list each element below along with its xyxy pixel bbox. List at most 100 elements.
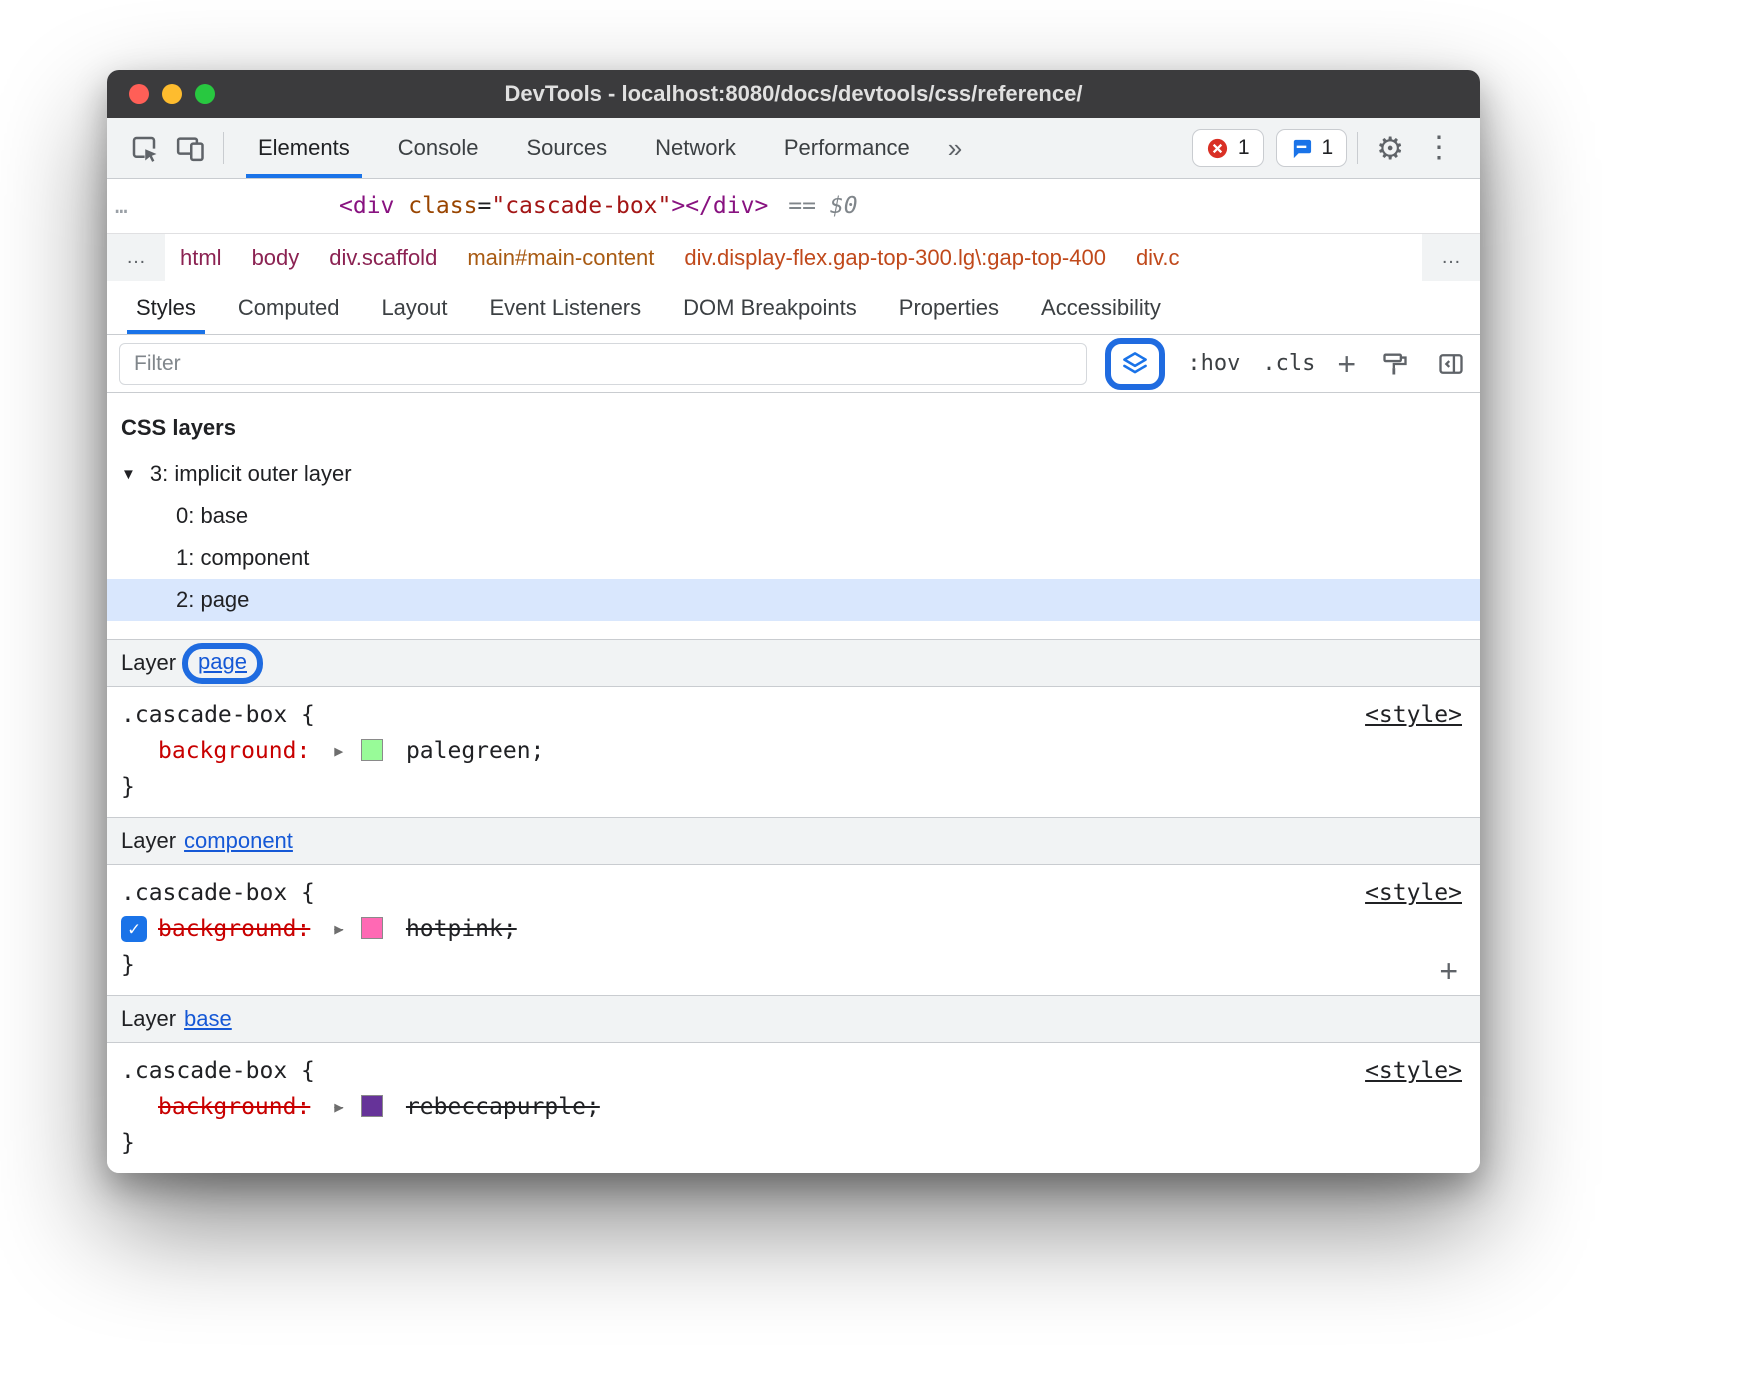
layer-section-header-page: Layer page: [107, 639, 1480, 687]
breadcrumb-overflow-right[interactable]: …: [1422, 234, 1480, 281]
inspect-element-button[interactable]: [121, 125, 167, 171]
dom-tag-open: <div: [339, 193, 394, 219]
property-value[interactable]: rebeccapurple;: [406, 1094, 600, 1120]
tab-styles[interactable]: Styles: [115, 281, 217, 334]
style-rule-page: <style> .cascade-box { background: ▶ pal…: [107, 687, 1480, 817]
paint-roller-icon: [1381, 350, 1409, 378]
color-swatch[interactable]: [361, 739, 383, 761]
layers-item-page[interactable]: 2: page: [107, 579, 1480, 621]
property-name[interactable]: background:: [158, 1094, 310, 1120]
tab-dom-breakpoints[interactable]: DOM Breakpoints: [662, 281, 878, 334]
layer-header-label: Layer: [121, 650, 176, 676]
issues-badge[interactable]: 1: [1276, 129, 1348, 167]
panel-tabs: Elements Console Sources Network Perform…: [234, 118, 934, 178]
tab-layout[interactable]: Layout: [360, 281, 468, 334]
more-panels-button[interactable]: »: [934, 133, 976, 164]
tab-console[interactable]: Console: [374, 118, 503, 178]
styles-pane-toolbar: :hov .cls +: [107, 335, 1480, 393]
breadcrumb-item-scaffold[interactable]: div.scaffold: [314, 245, 452, 271]
tab-event-listeners[interactable]: Event Listeners: [469, 281, 663, 334]
collapse-arrow-icon[interactable]: ▼: [121, 466, 136, 483]
property-value[interactable]: hotpink;: [406, 916, 517, 942]
dom-attr-name: class: [394, 193, 477, 219]
breadcrumb-item-truncated[interactable]: div.c: [1121, 245, 1195, 271]
css-layers-toggle-button[interactable]: [1118, 347, 1152, 381]
traffic-lights: [129, 84, 215, 104]
style-rule-base: <style> .cascade-box { background: ▶ reb…: [107, 1043, 1480, 1173]
declaration-background-base[interactable]: background: ▶ rebeccapurple;: [121, 1089, 1466, 1125]
css-layers-pane: CSS layers ▼ 3: implicit outer layer 0: …: [107, 393, 1480, 639]
screenshot-background: DevTools - localhost:8080/docs/devtools/…: [0, 0, 1750, 1396]
breadcrumb-item-body[interactable]: body: [237, 245, 315, 271]
tab-accessibility[interactable]: Accessibility: [1020, 281, 1182, 334]
device-toolbar-button[interactable]: [167, 125, 213, 171]
issues-count: 1: [1322, 136, 1334, 160]
element-classes-button[interactable]: .cls: [1262, 351, 1315, 376]
layers-item-component[interactable]: 1: component: [107, 537, 1480, 579]
dom-selected-node[interactable]: <div class="cascade-box"></div>== $0: [339, 193, 858, 219]
layers-item-base[interactable]: 0: base: [107, 495, 1480, 537]
rule-selector[interactable]: .cascade-box {: [121, 875, 1466, 911]
declaration-checkbox[interactable]: ✓: [121, 916, 147, 942]
dom-overflow-indicator[interactable]: …: [107, 194, 339, 218]
layers-tree-root[interactable]: ▼ 3: implicit outer layer: [107, 453, 1480, 495]
declaration-background-page[interactable]: background: ▶ palegreen;: [121, 733, 1466, 769]
new-style-rule-button[interactable]: +: [1337, 348, 1356, 380]
layer-header-label: Layer: [121, 1006, 176, 1032]
sidebar-dock-toggle-button[interactable]: [1434, 347, 1468, 381]
layer-link-page[interactable]: page: [198, 649, 247, 675]
breadcrumb-item-html[interactable]: html: [165, 245, 237, 271]
declaration-background-component[interactable]: ✓ background: ▶ hotpink;: [121, 911, 1466, 947]
tab-network[interactable]: Network: [631, 118, 760, 178]
layer-link-base[interactable]: base: [184, 1006, 232, 1032]
css-layers-title: CSS layers: [107, 407, 1480, 453]
tab-properties[interactable]: Properties: [878, 281, 1020, 334]
device-toolbar-icon: [175, 133, 205, 163]
dom-tag-close: ></div>: [671, 193, 768, 219]
elements-tree: … <div class="cascade-box"></div>== $0: [107, 179, 1480, 233]
tab-elements[interactable]: Elements: [234, 118, 374, 178]
style-tag-link[interactable]: <style>: [1365, 1053, 1462, 1089]
rule-selector[interactable]: .cascade-box {: [121, 697, 1466, 733]
layer-section-header-component: Layer component: [107, 817, 1480, 865]
style-tag-link[interactable]: <style>: [1365, 697, 1462, 733]
styles-toolbar-buttons: :hov .cls +: [1105, 338, 1468, 390]
dom-attr-equals: =: [477, 193, 491, 219]
close-window-button[interactable]: [129, 84, 149, 104]
layer-link-component[interactable]: component: [184, 828, 293, 854]
insert-style-rule-button[interactable]: +: [1439, 955, 1458, 987]
toolbar-divider: [1357, 132, 1358, 164]
inspect-cursor-icon: [129, 133, 159, 163]
equals-marker: ==: [788, 193, 816, 219]
tab-sources[interactable]: Sources: [502, 118, 631, 178]
property-name[interactable]: background:: [158, 916, 310, 942]
property-name[interactable]: background:: [158, 738, 310, 764]
property-value[interactable]: palegreen;: [406, 738, 544, 764]
window-titlebar: DevTools - localhost:8080/docs/devtools/…: [107, 70, 1480, 118]
breadcrumb-overflow-left[interactable]: …: [107, 234, 165, 281]
settings-button[interactable]: ⚙: [1368, 133, 1412, 164]
devtools-main-toolbar: Elements Console Sources Network Perform…: [107, 118, 1480, 179]
rendering-settings-button[interactable]: [1378, 347, 1412, 381]
dock-panel-icon: [1437, 350, 1465, 378]
customize-menu-button[interactable]: ⋮: [1412, 133, 1466, 163]
tab-computed[interactable]: Computed: [217, 281, 361, 334]
minimize-window-button[interactable]: [162, 84, 182, 104]
styles-filter-input[interactable]: [119, 343, 1087, 385]
style-tag-link[interactable]: <style>: [1365, 875, 1462, 911]
color-swatch[interactable]: [361, 917, 383, 939]
rule-selector[interactable]: .cascade-box {: [121, 1053, 1466, 1089]
toggle-hover-state-button[interactable]: :hov: [1187, 351, 1240, 376]
expand-arrow-icon[interactable]: ▶: [334, 1098, 343, 1116]
breadcrumb-item-display-flex[interactable]: div.display-flex.gap-top-300.lg\:gap-top…: [669, 245, 1121, 271]
expand-arrow-icon[interactable]: ▶: [334, 920, 343, 938]
expand-arrow-icon[interactable]: ▶: [334, 742, 343, 760]
message-icon: [1290, 137, 1313, 160]
layer-section-header-base: Layer base: [107, 995, 1480, 1043]
error-badge[interactable]: 1: [1192, 129, 1264, 167]
color-swatch[interactable]: [361, 1095, 383, 1117]
window-title: DevTools - localhost:8080/docs/devtools/…: [505, 81, 1083, 107]
tab-performance[interactable]: Performance: [760, 118, 934, 178]
zoom-window-button[interactable]: [195, 84, 215, 104]
breadcrumb-item-main-content[interactable]: main#main-content: [452, 245, 669, 271]
